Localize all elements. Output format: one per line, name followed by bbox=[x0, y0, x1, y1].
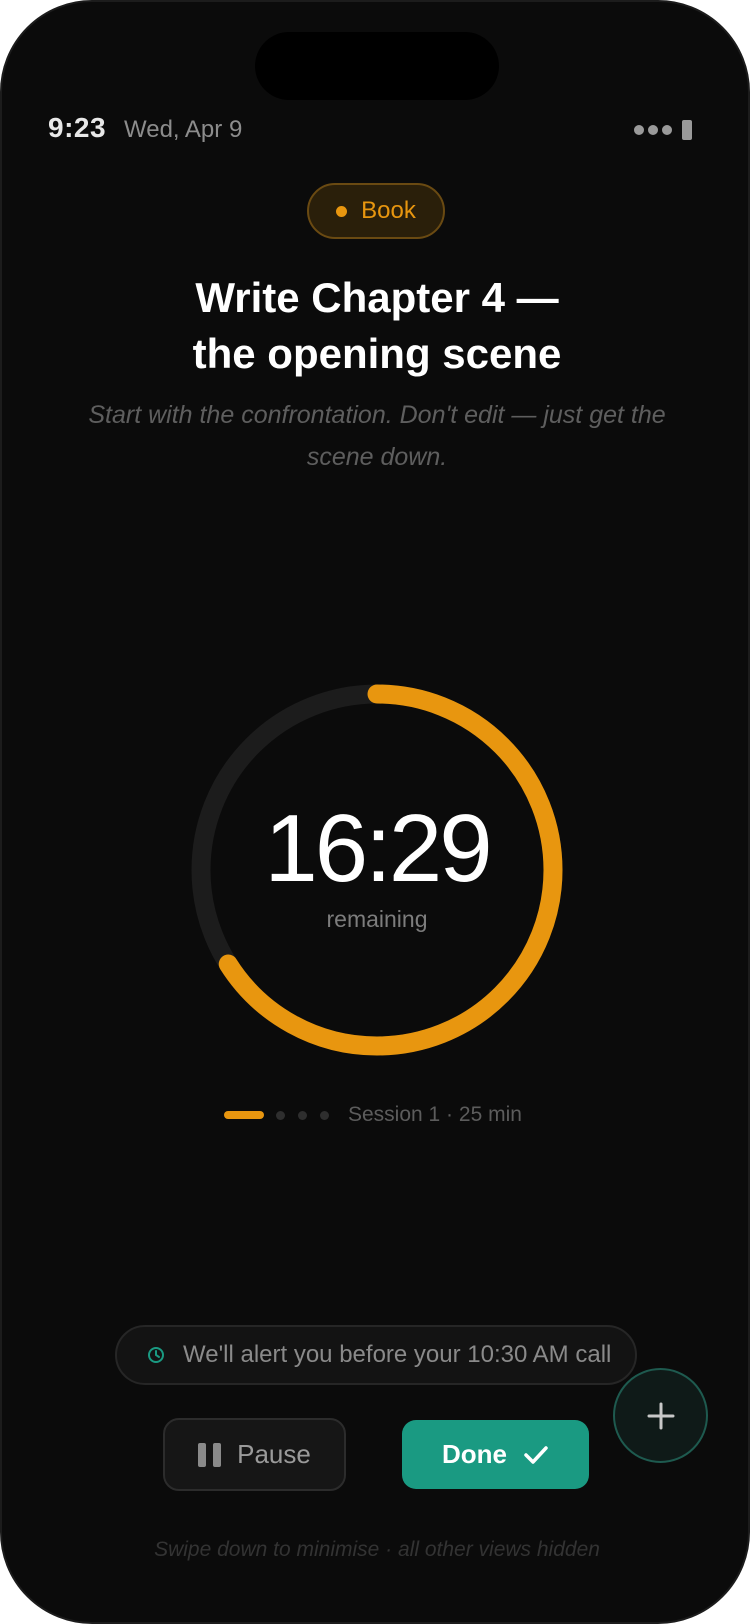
task-title: Write Chapter 4 — the opening scene bbox=[192, 274, 562, 377]
status-time: 9:23 bbox=[48, 112, 107, 143]
pause-button[interactable]: Pause bbox=[163, 1418, 346, 1491]
add-button[interactable] bbox=[613, 1368, 708, 1463]
alert-banner: We'll alert you before your 10:30 AM cal… bbox=[115, 1325, 637, 1385]
checkmark-icon bbox=[524, 1445, 548, 1464]
status-date: Wed, Apr 9 bbox=[124, 116, 243, 143]
timer-caption: remaining bbox=[326, 906, 428, 932]
task-tag-label: Book bbox=[361, 197, 416, 224]
footer-hint: Swipe down to minimise · all other views… bbox=[154, 1538, 600, 1561]
plus-icon bbox=[647, 1402, 674, 1429]
timer-value: 16:29 bbox=[264, 795, 492, 902]
pause-button-label: Pause bbox=[237, 1439, 311, 1469]
session-progress-dot bbox=[298, 1110, 307, 1120]
session-label: Session 1 · 25 min bbox=[348, 1103, 522, 1126]
clock-icon bbox=[148, 1347, 164, 1363]
task-tag[interactable]: Book bbox=[307, 183, 445, 239]
signal-dot-icon bbox=[634, 125, 644, 135]
done-button[interactable]: Done bbox=[402, 1420, 589, 1489]
battery-icon bbox=[682, 120, 692, 140]
timer-ring: 16:29 remaining bbox=[191, 684, 563, 1056]
signal-dot-icon bbox=[648, 125, 658, 135]
task-note: Start with the confrontation. Don't edit… bbox=[88, 401, 666, 471]
session-progress-dot bbox=[320, 1110, 329, 1120]
signal-dot-icon bbox=[662, 125, 672, 135]
status-icons bbox=[634, 120, 692, 140]
done-button-label: Done bbox=[442, 1439, 507, 1469]
pause-icon bbox=[198, 1442, 222, 1467]
session-progress-dot bbox=[276, 1110, 285, 1120]
alert-text: We'll alert you before your 10:30 AM cal… bbox=[183, 1341, 612, 1368]
session-indicator: Session 1 · 25 min bbox=[224, 1102, 522, 1128]
tag-dot-icon bbox=[336, 205, 348, 217]
phone-screen: 9:23 Wed, Apr 9 Book Write Chapter 4 — t… bbox=[0, 0, 750, 1624]
session-progress-active bbox=[224, 1111, 264, 1119]
dynamic-island bbox=[255, 32, 499, 100]
